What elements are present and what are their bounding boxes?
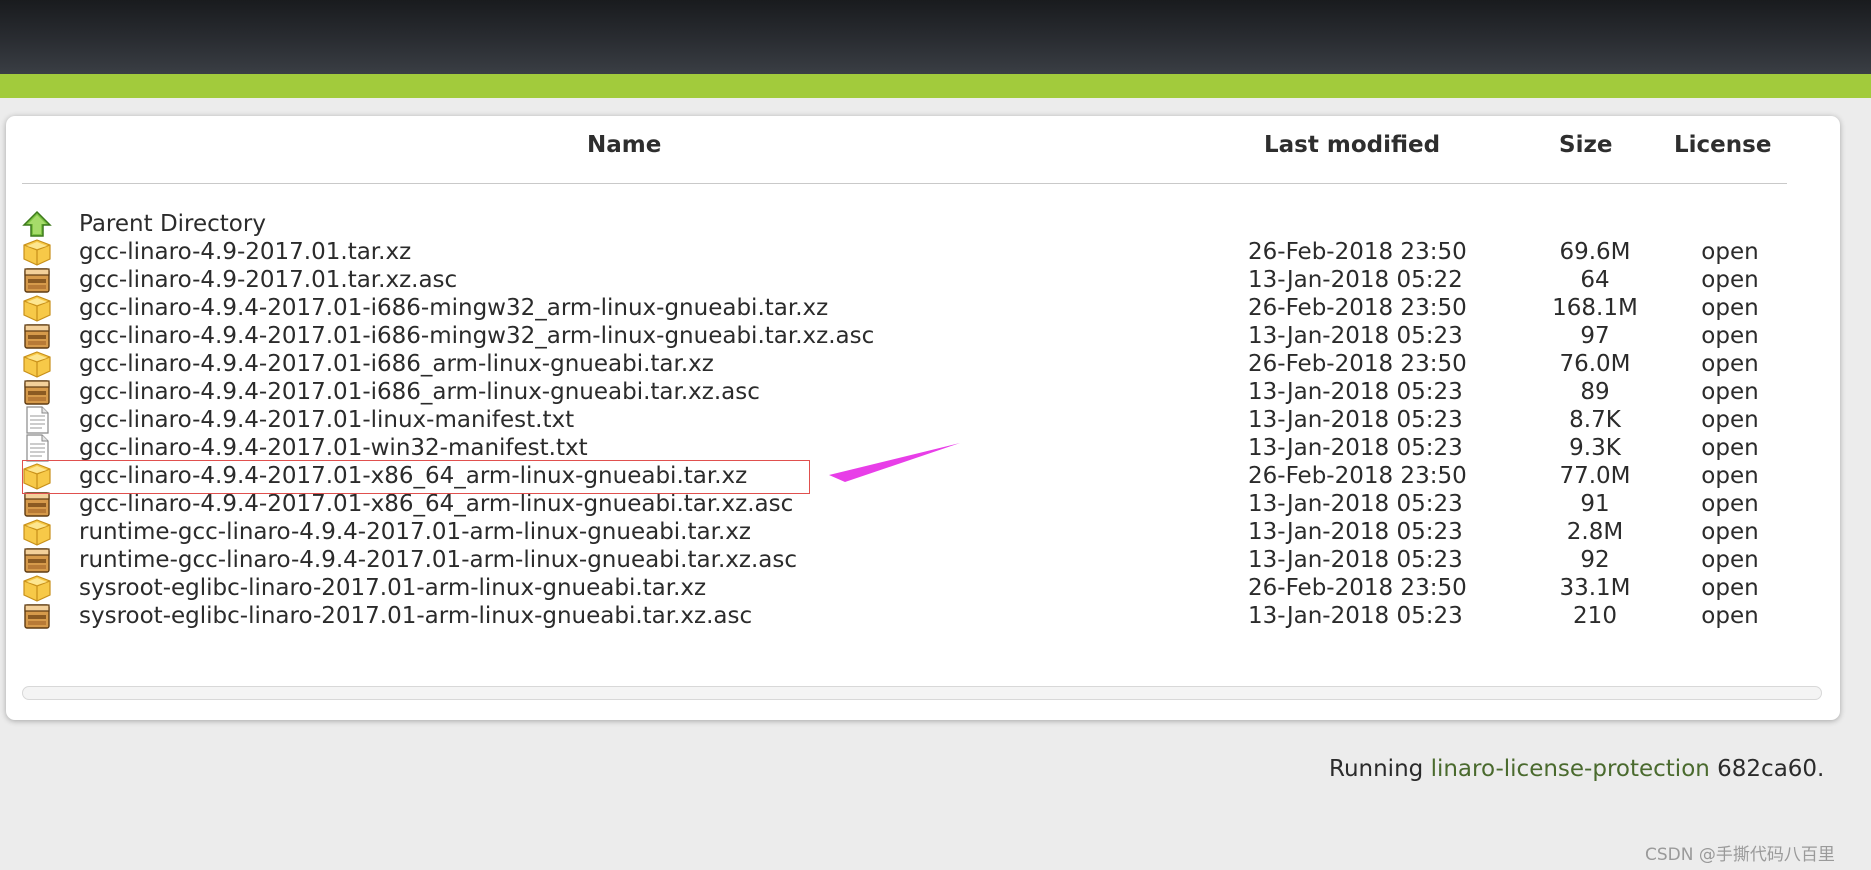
parent-directory-link[interactable]: Parent Directory bbox=[79, 210, 266, 238]
license-link[interactable]: open bbox=[1680, 518, 1780, 546]
package-icon bbox=[22, 266, 52, 294]
license-link[interactable]: open bbox=[1680, 574, 1780, 602]
horizontal-scrollbar[interactable] bbox=[22, 686, 1822, 700]
file-link[interactable]: runtime-gcc-linaro-4.9.4-2017.01-arm-lin… bbox=[79, 518, 751, 546]
license-link[interactable]: open bbox=[1680, 434, 1780, 462]
package-icon bbox=[22, 602, 52, 630]
license-link[interactable]: open bbox=[1680, 602, 1780, 630]
size-cell: 8.7K bbox=[1569, 407, 1621, 433]
file-link[interactable]: gcc-linaro-4.9.4-2017.01-i686-mingw32_ar… bbox=[79, 322, 874, 350]
package-icon bbox=[22, 546, 52, 574]
package-icon bbox=[22, 490, 52, 518]
last-modified-cell: 13-Jan-2018 05:23 bbox=[1248, 603, 1463, 629]
archive-icon bbox=[22, 518, 52, 546]
last-modified-cell: 13-Jan-2018 05:23 bbox=[1248, 407, 1463, 433]
last-modified-cell: 26-Feb-2018 23:50 bbox=[1248, 295, 1467, 321]
last-modified-cell: 13-Jan-2018 05:23 bbox=[1248, 379, 1463, 405]
last-modified-cell: 26-Feb-2018 23:50 bbox=[1248, 463, 1467, 489]
table-row[interactable]: gcc-linaro-4.9.4-2017.01-i686-mingw32_ar… bbox=[0, 294, 1871, 322]
top-header-bar bbox=[0, 0, 1871, 74]
license-link[interactable]: open bbox=[1680, 266, 1780, 294]
table-row[interactable]: gcc-linaro-4.9-2017.01.tar.xz 26-Feb-2018… bbox=[0, 238, 1871, 266]
table-row[interactable]: gcc-linaro-4.9.4-2017.01-x86_64_arm-linu… bbox=[0, 490, 1871, 518]
size-cell: 89 bbox=[1580, 379, 1610, 405]
size-cell: 97 bbox=[1580, 323, 1610, 349]
last-modified-cell: 13-Jan-2018 05:23 bbox=[1248, 323, 1463, 349]
license-link[interactable]: open bbox=[1680, 406, 1780, 434]
last-modified-cell: 26-Feb-2018 23:50 bbox=[1248, 575, 1467, 601]
size-cell: 91 bbox=[1580, 491, 1610, 517]
archive-icon bbox=[22, 238, 52, 266]
table-row[interactable]: gcc-linaro-4.9-2017.01.tar.xz.asc 13-Jan-… bbox=[0, 266, 1871, 294]
footer-suffix: 682ca60. bbox=[1709, 756, 1825, 782]
size-cell: 168.1M bbox=[1552, 295, 1638, 321]
size-cell: 69.6M bbox=[1559, 239, 1631, 265]
file-link[interactable]: gcc-linaro-4.9.4-2017.01-i686_arm-linux-… bbox=[79, 378, 760, 406]
archive-icon bbox=[22, 350, 52, 378]
footer-prefix: Running bbox=[1329, 756, 1431, 782]
text-file-icon bbox=[22, 434, 52, 462]
file-link[interactable]: sysroot-eglibc-linaro-2017.01-arm-linux-… bbox=[79, 574, 706, 602]
archive-icon bbox=[22, 294, 52, 322]
file-link[interactable]: runtime-gcc-linaro-4.9.4-2017.01-arm-lin… bbox=[79, 546, 797, 574]
back-arrow-icon bbox=[22, 210, 52, 238]
column-header-size[interactable]: Size bbox=[1559, 132, 1612, 158]
file-link[interactable]: gcc-linaro-4.9.4-2017.01-win32-manifest.… bbox=[79, 434, 588, 462]
license-link[interactable]: open bbox=[1680, 462, 1780, 490]
license-link[interactable]: open bbox=[1680, 546, 1780, 574]
table-row[interactable]: gcc-linaro-4.9.4-2017.01-i686-mingw32_ar… bbox=[0, 322, 1871, 350]
highlight-box bbox=[22, 460, 810, 494]
size-cell: 210 bbox=[1573, 603, 1617, 629]
archive-icon bbox=[22, 574, 52, 602]
size-cell: 2.8M bbox=[1566, 519, 1624, 545]
watermark: CSDN @手撕代码八百里 bbox=[1645, 845, 1835, 865]
last-modified-cell: 13-Jan-2018 05:23 bbox=[1248, 491, 1463, 517]
size-cell: 9.3K bbox=[1569, 435, 1621, 461]
license-link[interactable]: open bbox=[1680, 238, 1780, 266]
parent-directory-row[interactable]: Parent Directory bbox=[0, 210, 1871, 238]
table-row[interactable]: sysroot-eglibc-linaro-2017.01-arm-linux-… bbox=[0, 574, 1871, 602]
file-link[interactable]: gcc-linaro-4.9.4-2017.01-x86_64_arm-linu… bbox=[79, 490, 793, 518]
footer-status: Running linaro-license-protection 682ca6… bbox=[1329, 756, 1824, 782]
size-cell: 33.1M bbox=[1559, 575, 1631, 601]
header-divider bbox=[22, 183, 1787, 184]
last-modified-cell: 13-Jan-2018 05:23 bbox=[1248, 519, 1463, 545]
last-modified-cell: 13-Jan-2018 05:22 bbox=[1248, 267, 1463, 293]
column-header-last-modified[interactable]: Last modified bbox=[1264, 132, 1440, 158]
last-modified-cell: 26-Feb-2018 23:50 bbox=[1248, 239, 1467, 265]
file-link[interactable]: gcc-linaro-4.9-2017.01.tar.xz.asc bbox=[79, 266, 457, 294]
size-cell: 92 bbox=[1580, 547, 1610, 573]
last-modified-cell: 13-Jan-2018 05:23 bbox=[1248, 547, 1463, 573]
license-link[interactable]: open bbox=[1680, 378, 1780, 406]
footer-link[interactable]: linaro-license-protection bbox=[1431, 756, 1710, 782]
table-row[interactable]: runtime-gcc-linaro-4.9.4-2017.01-arm-lin… bbox=[0, 518, 1871, 546]
table-row[interactable]: gcc-linaro-4.9.4-2017.01-i686_arm-linux-… bbox=[0, 378, 1871, 406]
license-link[interactable]: open bbox=[1680, 350, 1780, 378]
license-link[interactable]: open bbox=[1680, 294, 1780, 322]
file-link[interactable]: sysroot-eglibc-linaro-2017.01-arm-linux-… bbox=[79, 602, 752, 630]
package-icon bbox=[22, 378, 52, 406]
text-file-icon bbox=[22, 406, 52, 434]
annotation-arrow-icon bbox=[829, 443, 960, 482]
column-header-license[interactable]: License bbox=[1674, 132, 1771, 158]
table-row[interactable]: gcc-linaro-4.9.4-2017.01-linux-manifest.… bbox=[0, 406, 1871, 434]
table-row[interactable]: runtime-gcc-linaro-4.9.4-2017.01-arm-lin… bbox=[0, 546, 1871, 574]
accent-stripe bbox=[0, 74, 1871, 98]
last-modified-cell: 26-Feb-2018 23:50 bbox=[1248, 351, 1467, 377]
file-link[interactable]: gcc-linaro-4.9.4-2017.01-i686_arm-linux-… bbox=[79, 350, 714, 378]
size-cell: 76.0M bbox=[1559, 351, 1631, 377]
table-row[interactable]: sysroot-eglibc-linaro-2017.01-arm-linux-… bbox=[0, 602, 1871, 630]
last-modified-cell: 13-Jan-2018 05:23 bbox=[1248, 435, 1463, 461]
license-link[interactable]: open bbox=[1680, 322, 1780, 350]
file-link[interactable]: gcc-linaro-4.9.4-2017.01-linux-manifest.… bbox=[79, 406, 574, 434]
table-row[interactable]: gcc-linaro-4.9.4-2017.01-i686_arm-linux-… bbox=[0, 350, 1871, 378]
column-header-name[interactable]: Name bbox=[587, 132, 661, 158]
package-icon bbox=[22, 322, 52, 350]
file-link[interactable]: gcc-linaro-4.9.4-2017.01-i686-mingw32_ar… bbox=[79, 294, 828, 322]
size-cell: 64 bbox=[1580, 267, 1610, 293]
license-link[interactable]: open bbox=[1680, 490, 1780, 518]
size-cell: 77.0M bbox=[1559, 463, 1631, 489]
file-link[interactable]: gcc-linaro-4.9-2017.01.tar.xz bbox=[79, 238, 411, 266]
